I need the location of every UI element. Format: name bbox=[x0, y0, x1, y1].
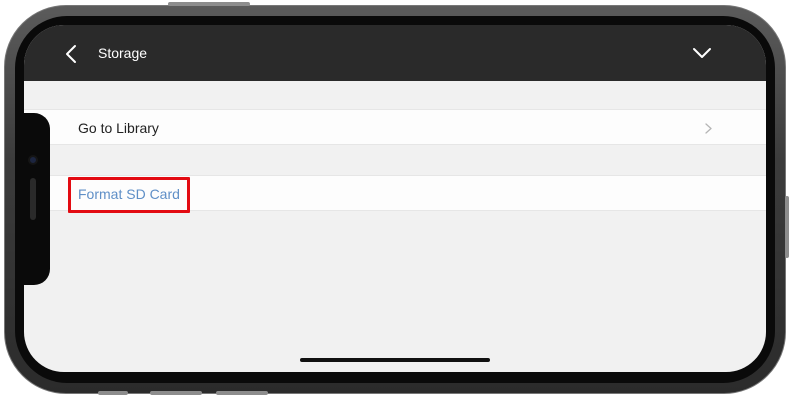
silent-switch bbox=[98, 391, 128, 395]
side-button bbox=[785, 196, 789, 258]
camera-icon bbox=[28, 155, 38, 165]
chevron-down-icon[interactable] bbox=[692, 47, 712, 59]
chevron-right-icon bbox=[705, 123, 712, 134]
navigation-bar: Storage bbox=[24, 25, 766, 81]
highlight-box bbox=[68, 177, 190, 213]
chevron-left-icon[interactable] bbox=[64, 44, 78, 64]
screen: Storage Go to Library Format SD Card bbox=[24, 25, 766, 372]
power-button bbox=[168, 2, 250, 6]
go-to-library-row[interactable]: Go to Library bbox=[24, 109, 766, 145]
volume-up-button bbox=[150, 391, 202, 395]
go-to-library-label: Go to Library bbox=[78, 120, 159, 136]
volume-down-button bbox=[216, 391, 268, 395]
home-indicator[interactable] bbox=[300, 358, 490, 362]
page-title: Storage bbox=[98, 45, 148, 61]
speaker-grille bbox=[30, 178, 36, 220]
